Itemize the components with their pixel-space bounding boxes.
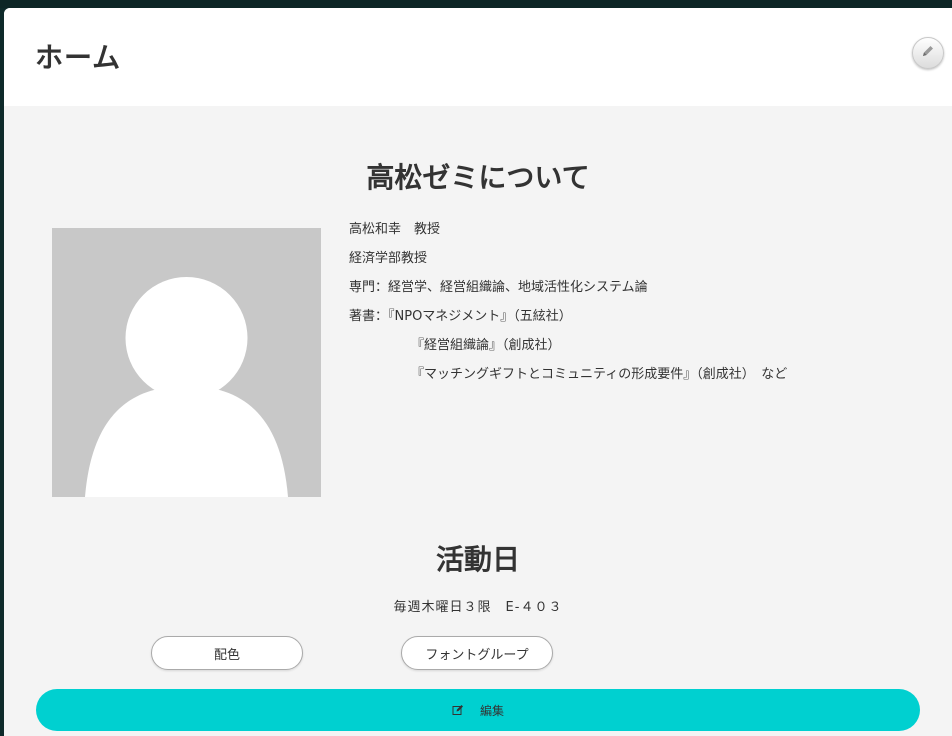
window-top-strip bbox=[0, 0, 952, 8]
profile-position: 経済学部教授 bbox=[349, 251, 428, 266]
profile-book-3: 『マッチングギフトとコミュニティの形成要件』（創成社） など bbox=[411, 367, 788, 382]
edit-square-icon bbox=[452, 704, 464, 716]
activity-schedule: 毎週木曜日３限 E-４０３ bbox=[393, 600, 563, 615]
font-group-button[interactable]: フォントグループ bbox=[401, 636, 553, 670]
page-header: ホーム bbox=[4, 8, 952, 106]
profile-book-2: 『経営組織論』（創成社） bbox=[411, 338, 561, 353]
main-panel: ホーム 高松ゼミについて 高松和幸 教授 経済学部教授 専門：経営学、経営組織論… bbox=[4, 8, 952, 736]
profile-specialty: 専門：経営学、経営組織論、地域活性化システム論 bbox=[349, 280, 648, 295]
edit-button-label: 編集 bbox=[479, 703, 504, 718]
profile-photo bbox=[52, 228, 321, 497]
profile-text: 高松和幸 教授 経済学部教授 専門：経営学、経営組織論、地域活性化システム論 著… bbox=[349, 220, 787, 394]
person-silhouette-icon bbox=[85, 277, 288, 497]
edit-page-button[interactable] bbox=[912, 37, 944, 69]
edit-button[interactable]: 編集 bbox=[36, 689, 920, 731]
about-heading: 高松ゼミについて bbox=[366, 161, 590, 194]
color-scheme-button[interactable]: 配色 bbox=[151, 636, 303, 670]
activity-heading: 活動日 bbox=[435, 543, 520, 576]
page-title: ホーム bbox=[35, 41, 122, 74]
profile-books: 著書：『NPOマネジメント』（五絃社） bbox=[349, 309, 572, 324]
profile-name: 高松和幸 教授 bbox=[349, 222, 441, 237]
pencil-icon bbox=[920, 43, 936, 63]
